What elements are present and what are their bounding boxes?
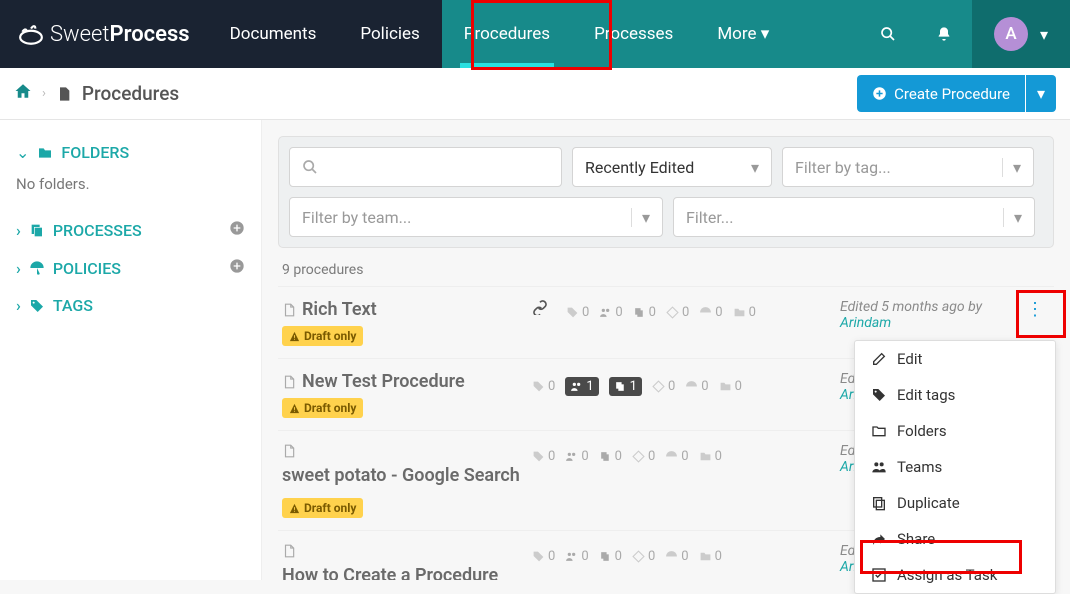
create-procedure-button[interactable]: Create Procedure bbox=[857, 75, 1025, 112]
chevron-down-icon: ▾ bbox=[761, 24, 770, 44]
chevron-down-icon: ▾ bbox=[751, 158, 759, 177]
bell-icon[interactable] bbox=[916, 0, 972, 68]
nav-procedures[interactable]: Procedures bbox=[442, 0, 572, 68]
share-icon bbox=[871, 531, 887, 547]
logo[interactable]: SweetProcess bbox=[0, 21, 208, 47]
plus-circle-icon bbox=[872, 86, 887, 101]
chevron-down-icon: ⌄ bbox=[16, 143, 29, 162]
breadcrumb-sep: › bbox=[42, 86, 46, 101]
menu-edit-tags[interactable]: Edit tags bbox=[855, 377, 1055, 413]
folder-icon bbox=[871, 423, 887, 439]
row-stats: 0 1 1 0 0 0 bbox=[532, 371, 840, 396]
duplicate-icon bbox=[871, 495, 887, 511]
menu-edit[interactable]: Edit bbox=[855, 341, 1055, 377]
draft-badge: Draft only bbox=[282, 398, 363, 418]
umbrella-icon bbox=[29, 260, 45, 276]
pencil-icon bbox=[871, 351, 887, 367]
filter-team-select[interactable]: Filter by team...▾ bbox=[289, 197, 663, 237]
search-input[interactable] bbox=[289, 147, 562, 187]
search-icon bbox=[302, 159, 318, 175]
filter-bar: Recently Edited▾ Filter by tag...▾ Filte… bbox=[278, 136, 1054, 248]
user-menu[interactable]: A ▾ bbox=[972, 0, 1070, 68]
avatar: A bbox=[994, 17, 1028, 51]
top-nav: SweetProcess Documents Policies Procedur… bbox=[0, 0, 1070, 68]
sidebar: ⌄ FOLDERS No folders. › PROCESSES › POLI… bbox=[0, 120, 262, 580]
sidebar-policies[interactable]: › POLICIES bbox=[0, 249, 261, 287]
tag-icon bbox=[871, 387, 887, 403]
sidebar-processes[interactable]: › PROCESSES bbox=[0, 211, 261, 249]
row-stats: 0 0 0 0 0 0 bbox=[532, 543, 840, 564]
chevron-right-icon: › bbox=[16, 259, 21, 278]
nav-policies[interactable]: Policies bbox=[338, 0, 441, 68]
filter-select[interactable]: Filter...▾ bbox=[673, 197, 1035, 237]
menu-folders[interactable]: Folders bbox=[855, 413, 1055, 449]
nav-more[interactable]: More ▾ bbox=[695, 0, 791, 68]
chevron-down-icon: ▾ bbox=[1002, 158, 1021, 177]
chevron-right-icon: › bbox=[16, 221, 21, 240]
document-icon bbox=[282, 302, 296, 318]
home-icon[interactable] bbox=[14, 82, 32, 105]
sidebar-tags[interactable]: › TAGS bbox=[0, 287, 261, 324]
filter-tag-select[interactable]: Filter by tag...▾ bbox=[782, 147, 1034, 187]
draft-badge: Draft only bbox=[282, 326, 363, 346]
document-icon bbox=[282, 374, 296, 390]
menu-duplicate[interactable]: Duplicate bbox=[855, 485, 1055, 521]
chevron-down-icon: ▾ bbox=[631, 208, 650, 227]
sort-select[interactable]: Recently Edited▾ bbox=[572, 147, 772, 187]
row-actions-menu: Edit Edit tags Folders Teams Duplicate S… bbox=[854, 340, 1056, 594]
copy-icon bbox=[29, 222, 45, 238]
row-edited: Edited 5 months ago byArindam bbox=[840, 299, 1020, 331]
logo-text-b: Process bbox=[109, 22, 189, 47]
row-stats: 0 0 0 0 0 0 bbox=[566, 299, 840, 320]
logo-text-a: Sweet bbox=[50, 22, 109, 47]
row-title[interactable]: New Test Procedure bbox=[282, 371, 532, 392]
document-icon bbox=[282, 543, 296, 559]
chevron-down-icon: ▾ bbox=[1040, 25, 1048, 44]
folders-empty-text: No folders. bbox=[0, 171, 261, 211]
breadcrumb: › Procedures bbox=[14, 82, 179, 105]
menu-assign-task[interactable]: Assign as Task bbox=[855, 557, 1055, 593]
menu-share[interactable]: Share bbox=[855, 521, 1055, 557]
document-icon bbox=[56, 85, 72, 103]
nav-documents[interactable]: Documents bbox=[208, 0, 339, 68]
row-title[interactable]: How to Create a Procedure Using SweetPro… bbox=[282, 543, 532, 580]
sub-bar: › Procedures Create Procedure ▾ bbox=[0, 68, 1070, 120]
search-icon[interactable] bbox=[860, 0, 916, 68]
chevron-down-icon: ▾ bbox=[1003, 208, 1022, 227]
result-count: 9 procedures bbox=[278, 248, 1054, 286]
add-process-icon[interactable] bbox=[229, 220, 245, 240]
tags-icon bbox=[29, 298, 45, 314]
add-policy-icon[interactable] bbox=[229, 258, 245, 278]
link-icon bbox=[532, 299, 566, 319]
menu-teams[interactable]: Teams bbox=[855, 449, 1055, 485]
row-stats: 0 0 0 0 0 0 bbox=[532, 443, 840, 464]
check-square-icon bbox=[871, 567, 887, 583]
chevron-right-icon: › bbox=[16, 296, 21, 315]
row-actions-button[interactable]: ⋮ bbox=[1020, 299, 1050, 320]
teams-icon bbox=[871, 459, 887, 475]
row-title[interactable]: sweet potato - Google Search Draft only bbox=[282, 443, 532, 518]
nav-processes[interactable]: Processes bbox=[572, 0, 695, 68]
row-title[interactable]: Rich Text bbox=[282, 299, 532, 320]
page-title: Procedures bbox=[82, 82, 179, 105]
draft-badge: Draft only bbox=[282, 498, 363, 518]
folder-icon bbox=[37, 145, 53, 161]
create-dropdown-button[interactable]: ▾ bbox=[1026, 75, 1056, 112]
sidebar-folders[interactable]: ⌄ FOLDERS bbox=[0, 134, 261, 171]
row-author[interactable]: Arindam bbox=[840, 315, 891, 331]
document-icon bbox=[282, 443, 296, 459]
